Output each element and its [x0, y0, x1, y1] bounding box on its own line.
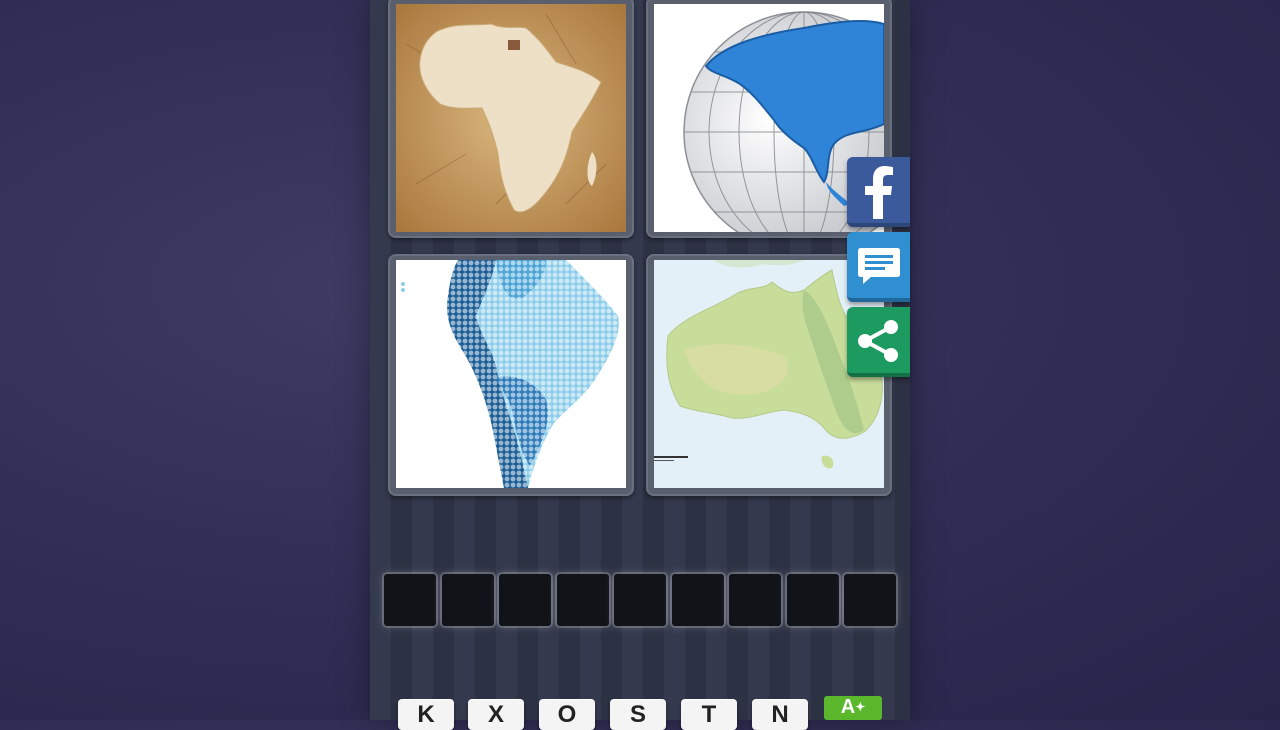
answer-slot[interactable] — [557, 574, 609, 626]
facebook-button[interactable] — [847, 157, 910, 227]
game-board: K X O S T N A✦ — [370, 0, 910, 730]
picture-tile-3[interactable] — [388, 254, 634, 496]
facebook-icon — [865, 166, 893, 219]
share-icon — [858, 320, 898, 362]
message-icon — [858, 248, 900, 284]
answer-slot[interactable] — [844, 574, 896, 626]
letter-key[interactable]: O — [539, 700, 595, 730]
answer-slot[interactable] — [499, 574, 551, 626]
letter-keys: K X O S T N — [398, 700, 888, 730]
hint-label: A — [840, 696, 856, 718]
answer-slot[interactable] — [384, 574, 436, 626]
picture-tile-1[interactable] — [388, 0, 634, 238]
answer-slot[interactable] — [672, 574, 724, 626]
south-america-dots-picture — [396, 260, 626, 488]
letter-key[interactable]: K — [398, 700, 454, 730]
answer-slot[interactable] — [787, 574, 839, 626]
africa-map-picture — [396, 4, 626, 232]
answer-slot[interactable] — [442, 574, 494, 626]
share-button[interactable] — [847, 307, 910, 377]
answer-slots — [382, 574, 902, 628]
answer-slot[interactable] — [729, 574, 781, 626]
letter-key[interactable]: S — [610, 700, 666, 730]
hint-button[interactable]: A✦ — [824, 696, 882, 720]
letter-key[interactable]: X — [468, 700, 524, 730]
letter-key[interactable]: N — [752, 700, 808, 730]
hint-star-icon: ✦ — [855, 700, 866, 714]
answer-slot[interactable] — [614, 574, 666, 626]
letter-key[interactable]: T — [681, 700, 737, 730]
message-button[interactable] — [847, 232, 910, 302]
